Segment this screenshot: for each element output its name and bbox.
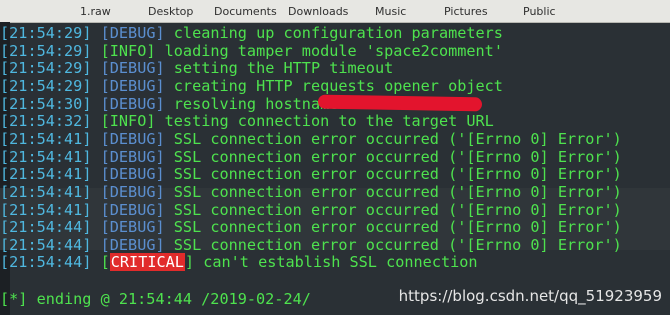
log-level: DEBUG <box>109 235 156 254</box>
log-message: setting the HTTP timeout <box>164 59 394 78</box>
log-line: [21:54:44] [DEBUG] SSL connection error … <box>0 218 622 237</box>
log-message: creating HTTP requests opener object <box>164 76 503 95</box>
log-message: SSL connection error occurred ('[Errno 0… <box>164 218 622 237</box>
redaction-mark <box>317 94 483 112</box>
log-timestamp: 21:54:30 <box>9 94 83 113</box>
log-line: [21:54:32] [INFO] testing connection to … <box>0 112 494 131</box>
log-timestamp: 21:54:29 <box>9 59 83 78</box>
log-level: DEBUG <box>109 147 156 166</box>
bg-tab: Desktop <box>148 5 194 18</box>
log-timestamp: 21:54:41 <box>9 147 83 166</box>
log-message: SSL connection error occurred ('[Errno 0… <box>164 165 622 184</box>
log-timestamp: 21:54:29 <box>9 76 83 95</box>
log-message: loading tamper module 'space2comment' <box>155 41 503 60</box>
bg-tab: Pictures <box>444 5 488 18</box>
log-line: [21:54:29] [INFO] loading tamper module … <box>0 41 503 60</box>
log-message: SSL connection error occurred ('[Errno 0… <box>164 147 622 166</box>
log-message: SSL connection error occurred ('[Errno 0… <box>164 235 622 254</box>
log-level: DEBUG <box>109 165 156 184</box>
log-message: testing connection to the target URL <box>155 112 494 131</box>
log-level: DEBUG <box>109 200 156 219</box>
log-message: cleaning up configuration parameters <box>164 24 503 42</box>
ending-line: [*] ending @ 21:54:44 /2019-02-24/ <box>0 290 311 308</box>
log-level: DEBUG <box>109 24 156 42</box>
log-timestamp: 21:54:44 <box>9 235 83 254</box>
log-line: [21:54:29] [DEBUG] setting the HTTP time… <box>0 59 394 78</box>
log-line: [21:54:41] [DEBUG] SSL connection error … <box>0 165 622 184</box>
bg-tab: 1.raw <box>80 5 111 18</box>
log-message: SSL connection error occurred ('[Errno 0… <box>164 200 622 219</box>
log-message: SSL connection error occurred ('[Errno 0… <box>164 182 622 201</box>
log-level: INFO <box>109 41 147 60</box>
watermark: https://blog.csdn.net/qq_51923959 <box>398 287 662 305</box>
log-level: DEBUG <box>109 218 156 237</box>
background-file-manager-tabs: 1.raw Desktop Documents Downloads Music … <box>0 0 670 23</box>
log-line: [21:54:41] [DEBUG] SSL connection error … <box>0 129 622 148</box>
log-line: [21:54:44] [CRITICAL] can't establish SS… <box>0 253 478 272</box>
log-line: [21:54:30] [DEBUG] resolving hostname <box>0 94 339 113</box>
log-line: [21:54:44] [DEBUG] SSL connection error … <box>0 235 622 254</box>
log-level: DEBUG <box>109 129 156 148</box>
log-line: [21:54:29] [DEBUG] creating HTTP request… <box>0 76 503 95</box>
log-timestamp: 21:54:41 <box>9 129 83 148</box>
log-timestamp: 21:54:41 <box>9 182 83 201</box>
log-message: can't establish SSL connection <box>194 253 478 272</box>
bg-tab: Downloads <box>288 5 349 18</box>
log-line: [21:54:41] [DEBUG] SSL connection error … <box>0 147 622 166</box>
bg-tab: Documents <box>214 5 277 18</box>
log-level: INFO <box>109 112 147 131</box>
log-level: DEBUG <box>109 182 156 201</box>
log-line: [21:54:41] [DEBUG] SSL connection error … <box>0 182 622 201</box>
log-line: [21:54:41] [DEBUG] SSL connection error … <box>0 200 622 219</box>
log-message: resolving hostname <box>164 94 339 113</box>
bg-tab: Public <box>523 5 556 18</box>
log-timestamp: 21:54:44 <box>9 253 83 272</box>
bg-tab: Music <box>375 5 407 18</box>
log-timestamp: 21:54:32 <box>9 112 83 131</box>
log-timestamp: 21:54:44 <box>9 218 83 237</box>
log-timestamp: 21:54:29 <box>9 41 83 60</box>
log-level: DEBUG <box>109 59 156 78</box>
log-level: DEBUG <box>109 76 156 95</box>
log-level: CRITICAL <box>109 253 185 272</box>
log-timestamp: 21:54:41 <box>9 200 83 219</box>
log-level: DEBUG <box>109 94 156 113</box>
log-timestamp: 21:54:41 <box>9 165 83 184</box>
log-timestamp: 21:54:29 <box>9 24 83 42</box>
log-line: [21:54:29] [DEBUG] cleaning up configura… <box>0 24 503 42</box>
log-message: SSL connection error occurred ('[Errno 0… <box>164 129 622 148</box>
